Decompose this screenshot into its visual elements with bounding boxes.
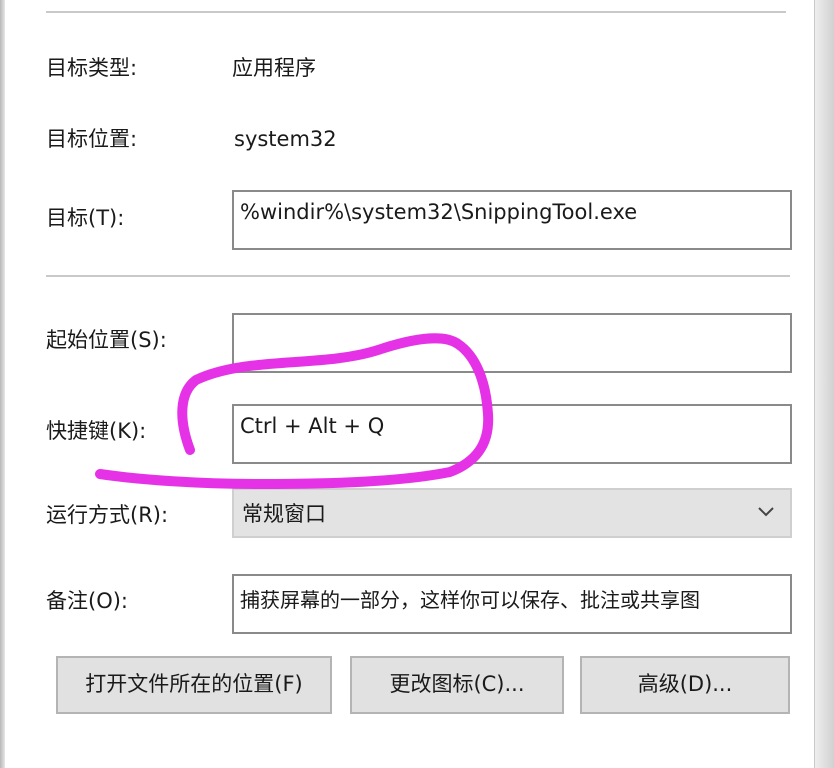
start-in-label: 起始位置(S): [46,328,167,352]
shortcut-properties-panel: 目标类型: 应用程序 目标位置: system32 目标(T): %windir… [0,0,834,768]
shortcut-key-field[interactable]: Ctrl + Alt + Q [232,404,792,464]
target-type-label: 目标类型: [46,56,138,80]
advanced-button[interactable]: 高级(D)... [580,656,790,714]
window-right-edge [814,0,834,768]
start-in-field[interactable] [232,313,792,373]
target-location-value: system32 [234,127,337,151]
run-dropdown[interactable]: 常规窗口 [232,488,792,538]
shortcut-key-label: 快捷键(K): [46,419,147,443]
target-type-value: 应用程序 [232,56,316,80]
top-separator [46,11,786,13]
run-label: 运行方式(R): [46,503,169,527]
chevron-down-icon [758,507,774,517]
open-file-location-button[interactable]: 打开文件所在的位置(F) [56,656,332,714]
middle-separator [46,275,790,277]
target-location-label: 目标位置: [46,127,138,151]
annotation-circle-stroke [95,333,494,489]
target-label: 目标(T): [46,206,125,230]
run-dropdown-value: 常规窗口 [242,502,326,526]
target-field[interactable]: %windir%\system32\SnippingTool.exe [232,190,792,250]
comment-label: 备注(O): [46,589,128,613]
comment-field[interactable]: 捕获屏幕的一部分，这样你可以保存、批注或共享图 [232,574,792,634]
change-icon-button[interactable]: 更改图标(C)... [350,656,564,714]
window-left-edge [0,0,5,768]
